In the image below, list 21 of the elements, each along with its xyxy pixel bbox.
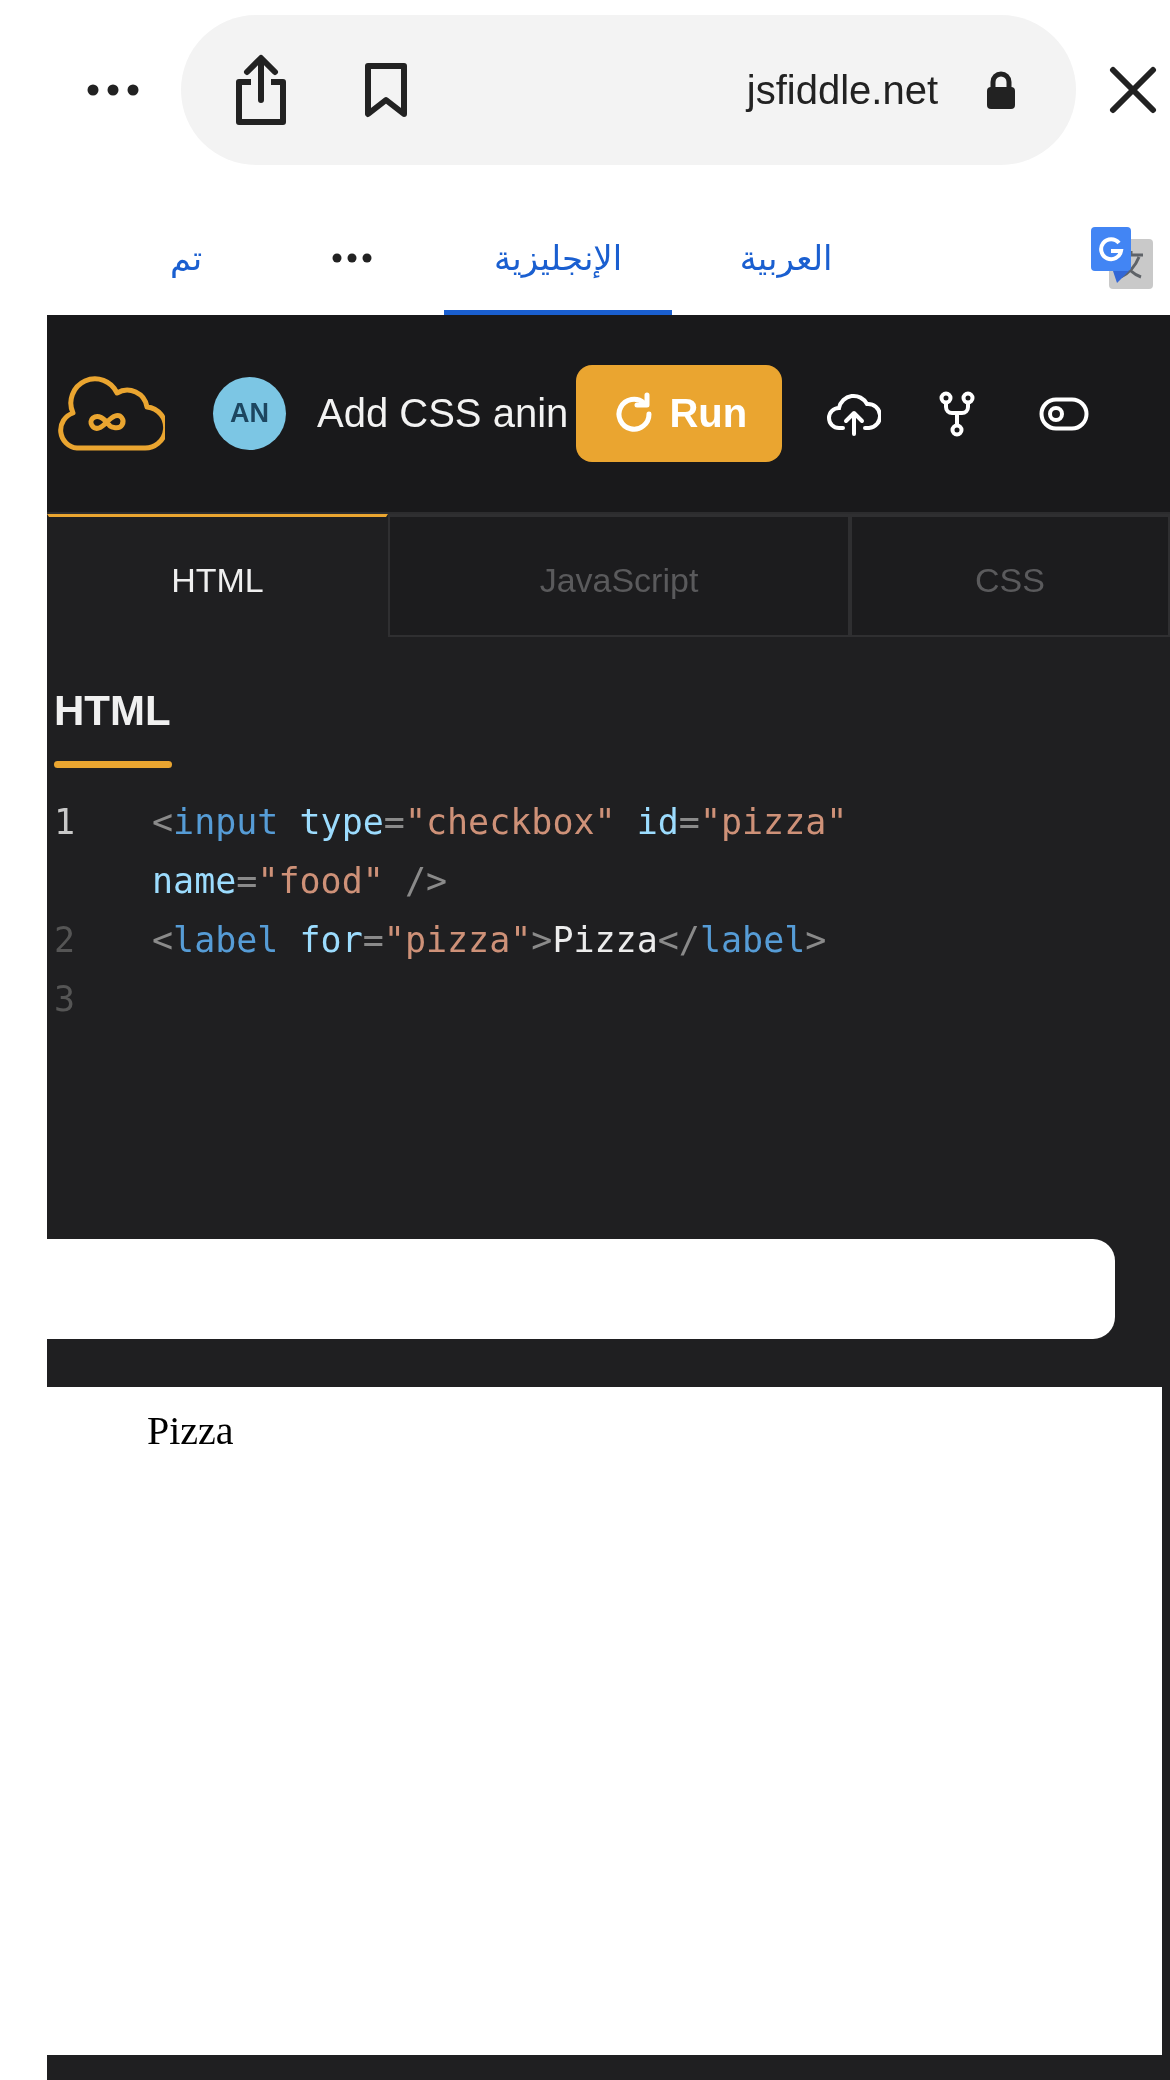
pizza-label: Pizza [147, 1408, 234, 1453]
user-avatar[interactable]: AN [213, 377, 286, 450]
pane-title: HTML [54, 687, 172, 735]
cloud-upload-icon[interactable] [827, 391, 882, 436]
url-text[interactable]: jsfiddle.net [746, 67, 938, 113]
code-line: <input type="checkbox" id="pizza" name="food" /> [152, 801, 849, 903]
bookmark-icon[interactable] [364, 62, 408, 118]
translate-icon[interactable] [1089, 224, 1155, 291]
cloud-logo-icon[interactable] [55, 373, 165, 454]
fiddle-title: Add CSS anin [317, 391, 569, 436]
fork-icon[interactable] [939, 390, 976, 437]
language-tab[interactable]: العربية [672, 200, 901, 315]
address-bar[interactable]: jsfiddle.net [181, 15, 1076, 165]
more-icon[interactable] [87, 84, 139, 96]
done-button[interactable]: تم [170, 237, 203, 278]
share-icon[interactable] [233, 54, 289, 126]
close-icon[interactable] [1109, 66, 1157, 114]
line-number: 1 [54, 801, 77, 844]
toggle-icon[interactable] [1039, 396, 1090, 431]
more-icon[interactable] [332, 252, 373, 263]
code-line: <label for="pizza">Pizza</label> [152, 919, 828, 962]
